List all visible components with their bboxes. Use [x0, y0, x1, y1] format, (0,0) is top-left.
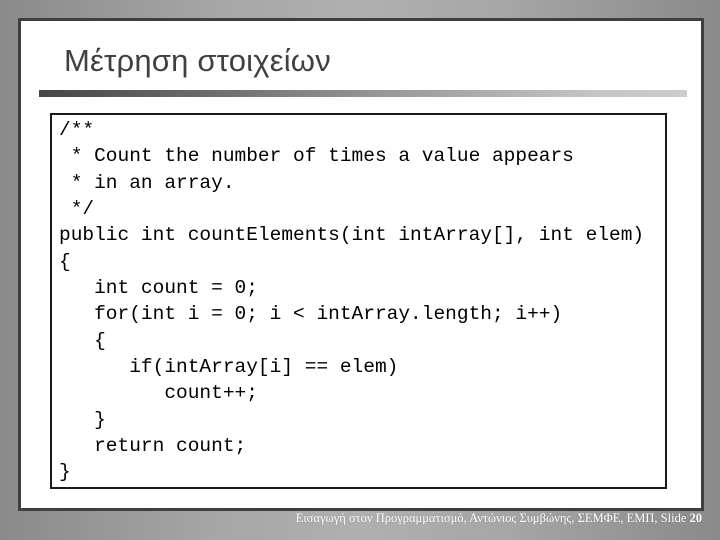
code-block: /** * Count the number of times a value …	[59, 117, 644, 486]
code-line: return count;	[59, 435, 247, 458]
code-line: */	[59, 198, 95, 221]
footer-text: Εισαγωγή στον Προγραμματισμό, Αντώνιος Σ…	[295, 511, 690, 525]
title-divider	[39, 90, 687, 97]
slide-title: Μέτρηση στοιχείων	[64, 43, 331, 78]
code-line: for(int i = 0; i < intArray.length; i++)	[59, 303, 563, 326]
slide-number: 20	[689, 511, 703, 525]
code-line: count++;	[59, 382, 258, 405]
code-line: {	[59, 250, 71, 273]
code-line: }	[59, 461, 71, 484]
slide-footer: Εισαγωγή στον Προγραμματισμό, Αντώνιος Σ…	[296, 511, 702, 526]
code-line: {	[59, 329, 106, 352]
code-box: /** * Count the number of times a value …	[50, 113, 667, 489]
code-line: * in an array.	[59, 171, 235, 194]
code-line: }	[59, 408, 106, 431]
code-line: /**	[59, 119, 95, 141]
code-line: int count = 0;	[59, 277, 258, 300]
code-line: if(intArray[i] == elem)	[59, 356, 399, 379]
code-line: public int countElements(int intArray[],…	[59, 224, 645, 247]
slide-panel: Μέτρηση στοιχείων /** * Count the number…	[18, 18, 704, 511]
code-line: * Count the number of times a value appe…	[59, 145, 574, 168]
